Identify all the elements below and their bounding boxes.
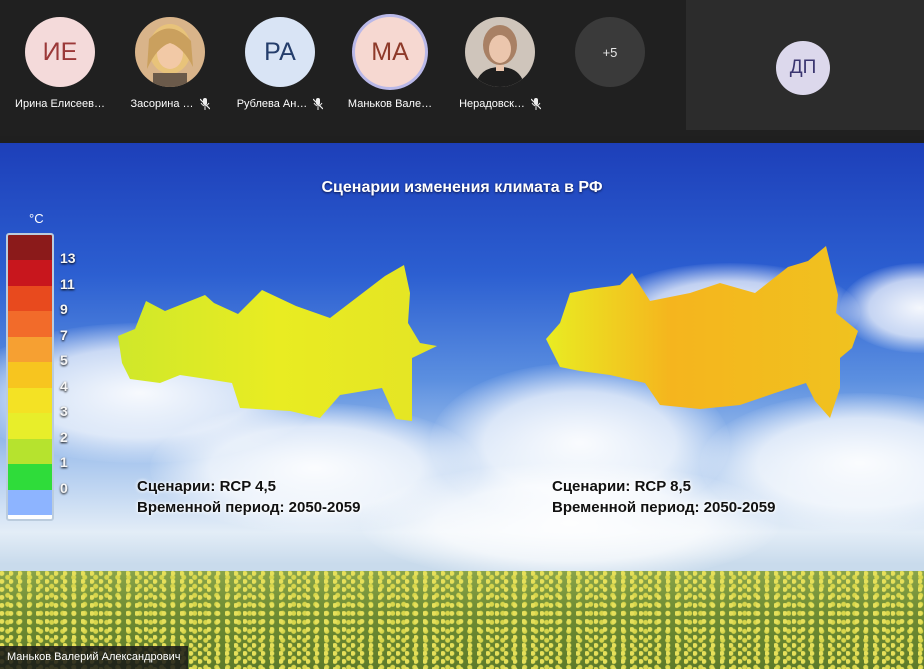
period-label: Временной период: 2050-2059 xyxy=(137,499,361,516)
participant-tile[interactable]: Нерадовск… xyxy=(445,17,555,117)
mic-off-icon xyxy=(199,98,210,110)
legend-label: 0 xyxy=(60,479,68,496)
legend-label: 7 xyxy=(60,326,68,343)
more-participants-button[interactable]: +5 xyxy=(575,17,645,87)
legend-label: 5 xyxy=(60,352,68,369)
legend-color-cell xyxy=(8,260,52,286)
more-count: +5 xyxy=(602,44,618,60)
russia-map-rcp85 xyxy=(546,246,858,418)
legend-label: 1 xyxy=(60,454,68,471)
avatar-initials: ИЕ xyxy=(42,37,78,66)
participant-name: Нерадовск… xyxy=(459,98,525,110)
participant-tile[interactable]: РА Рублева Ан… xyxy=(225,17,335,117)
period-label: Временной период: 2050-2059 xyxy=(552,499,776,516)
legend-color-cell xyxy=(8,464,52,490)
participant-tile[interactable]: ИЕ Ирина Елисеев… xyxy=(5,17,115,117)
legend-label: 3 xyxy=(60,403,68,420)
temperature-legend: °C 13 11 9 7 5 4 3 2 1 0 xyxy=(3,211,83,521)
legend-label: 13 xyxy=(60,250,76,267)
avatar-initials: ДП xyxy=(789,57,817,78)
legend-color-cell xyxy=(8,285,52,312)
scenario-label: Сценарии: RCP 4,5 xyxy=(137,478,276,495)
legend-color-cell xyxy=(8,336,52,363)
legend-color-cell xyxy=(8,489,52,515)
legend-label: 4 xyxy=(60,377,68,394)
legend-color-cell xyxy=(8,438,52,465)
avatar-photo xyxy=(465,17,535,87)
legend-color-scale xyxy=(6,233,54,521)
avatar-initials: РА xyxy=(264,37,296,66)
avatar: ИЕ xyxy=(25,17,95,87)
legend-unit: °C xyxy=(29,211,44,226)
legend-label: 11 xyxy=(60,275,75,292)
participant-name: Маньков Вале… xyxy=(347,98,433,110)
participant-name: Рублева Ан… xyxy=(236,98,308,110)
russia-map-rcp45 xyxy=(118,265,437,421)
participant-tile[interactable]: МА Маньков Вале… xyxy=(335,17,445,117)
legend-labels: 13 11 9 7 5 4 3 2 1 0 xyxy=(60,233,90,517)
legend-color-cell xyxy=(8,413,52,439)
shared-screen-slide: Сценарии изменения климата в РФ °C 13 11 9… xyxy=(0,143,924,669)
legend-color-cell xyxy=(8,387,52,414)
legend-color-cell xyxy=(8,362,52,388)
avatar-initials: МА xyxy=(371,37,409,66)
self-avatar: ДП xyxy=(776,41,830,95)
participant-name: Ирина Елисеев… xyxy=(15,98,105,110)
caption-rcp85: Сценарии: RCP 8,5 Временной период: 2050… xyxy=(552,476,775,518)
speaker-name-tag: Маньков Валерий Александрович xyxy=(0,646,188,669)
participant-list: ИЕ Ирина Елисеев… Засорина … РА Рублева … xyxy=(0,0,686,136)
russia-maps xyxy=(118,246,858,421)
legend-label: 2 xyxy=(60,428,68,445)
participant-tile[interactable]: Засорина … xyxy=(115,17,225,117)
participant-name: Засорина … xyxy=(130,98,194,110)
avatar: РА xyxy=(245,17,315,87)
mic-off-icon xyxy=(313,98,324,110)
participants-bar: ИЕ Ирина Елисеев… Засорина … РА Рублева … xyxy=(0,0,924,136)
legend-color-cell xyxy=(8,235,52,261)
scenario-label: Сценарии: RCP 8,5 xyxy=(552,478,691,495)
avatar: МА xyxy=(355,17,425,87)
legend-color-cell xyxy=(8,311,52,337)
caption-rcp45: Сценарии: RCP 4,5 Временной период: 2050… xyxy=(137,476,360,518)
avatar-photo xyxy=(135,17,205,87)
mic-off-icon xyxy=(530,98,541,110)
self-view[interactable]: ДП xyxy=(686,0,924,130)
legend-label: 9 xyxy=(60,301,68,318)
